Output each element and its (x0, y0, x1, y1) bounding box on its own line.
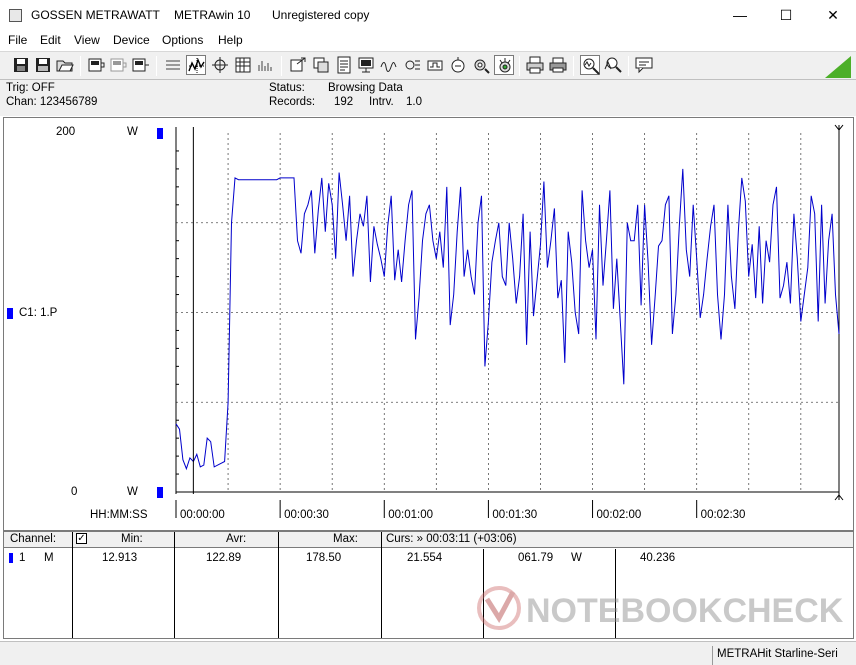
toolbar (0, 51, 856, 80)
minimize-button[interactable]: — (717, 0, 763, 31)
title-bar: GOSSEN METRAWATT METRAwin 10 Unregistere… (0, 0, 856, 31)
plot-frame: 200 W C1: 1.P 0 W HH:MM:SS 00:00:00 00:00… (3, 117, 854, 531)
column-divider (615, 549, 616, 638)
x-tick-label: 00:01:00 (388, 509, 433, 521)
row-max: 178.50 (306, 552, 342, 564)
status-bar: METRAHit Starline-Seri (0, 641, 856, 665)
row-avr: 122.89 (206, 552, 242, 564)
title-vendor: GOSSEN METRAWATT (31, 8, 160, 22)
column-divider (72, 532, 73, 638)
copy-icon[interactable] (311, 55, 331, 75)
save-icon[interactable] (11, 55, 31, 75)
settings-icon[interactable] (494, 55, 514, 75)
app-icon[interactable] (9, 9, 22, 22)
open-icon[interactable] (55, 55, 75, 75)
channel-checkbox[interactable]: ✓ (76, 533, 87, 544)
header-avr: Avr: (226, 533, 247, 545)
series-line-power (175, 168, 840, 471)
menu-help[interactable]: Help (218, 33, 243, 47)
header-max: Max: (333, 533, 358, 545)
x-tick-label: 00:02:00 (597, 509, 642, 521)
table-icon[interactable] (233, 55, 253, 75)
status-value: Browsing Data (328, 82, 403, 94)
header-cursor: Curs: » 00:03:11 (+03:06) (386, 533, 517, 545)
message-icon[interactable] (634, 55, 654, 75)
device-read-icon[interactable] (130, 55, 150, 75)
row-mode: M (44, 552, 54, 564)
x-tick-labels: 00:00:00 00:00:30 00:01:00 00:01:30 00:02:00… (175, 500, 746, 521)
column-divider (278, 532, 279, 638)
x-tick-label: 00:00:30 (284, 509, 329, 521)
signal-icon[interactable] (379, 55, 399, 75)
export-icon[interactable] (288, 55, 308, 75)
header-channel: Channel: (10, 533, 57, 545)
header-min: Min: (121, 533, 143, 545)
record-icon[interactable] (402, 55, 422, 75)
menu-edit[interactable]: Edit (40, 33, 61, 47)
print-icon[interactable] (525, 55, 545, 75)
list-view-icon[interactable] (163, 55, 183, 75)
toolbar-separator (281, 56, 282, 76)
zoom-out-icon[interactable] (603, 55, 623, 75)
chart-grid (176, 133, 839, 492)
toolbar-separator (573, 56, 574, 76)
sensor-icon[interactable] (448, 55, 468, 75)
cursor-icon[interactable] (210, 55, 230, 75)
x-tick-label: 00:02:30 (701, 509, 746, 521)
x-tick-label: 00:00:00 (180, 509, 225, 521)
menu-bar: File Edit View Device Options Help (0, 31, 856, 51)
row-cursor-extra: 40.236 (640, 552, 676, 564)
connection-indicator-icon (825, 56, 851, 78)
close-button[interactable]: ✕ (810, 0, 856, 31)
zoom-icon[interactable] (580, 55, 600, 75)
row-cursor-unit: W (571, 552, 582, 564)
save-as-icon[interactable] (33, 55, 53, 75)
stats-table: Channel: ✓ Min: Avr: Max: Curs: » 00:03:… (3, 531, 854, 639)
device-series: METRAHit Starline-Seri (712, 646, 856, 665)
status-label: Status: (269, 82, 305, 94)
column-divider (381, 532, 382, 638)
records-label: Records: (269, 96, 316, 108)
row-min: 12.913 (102, 552, 138, 564)
x-tick-label: 00:01:30 (492, 509, 537, 521)
device-icon[interactable] (86, 55, 106, 75)
toolbar-separator (156, 56, 157, 76)
row-color-marker (9, 553, 13, 563)
status-row: Trig: OFF Chan: 123456789 Status: Browsi… (0, 80, 856, 116)
toolbar-separator (628, 56, 629, 76)
interval-label: Intrv. (369, 96, 394, 108)
menu-device[interactable]: Device (113, 33, 150, 47)
histogram-icon[interactable] (256, 55, 276, 75)
device-config-icon[interactable] (108, 55, 128, 75)
row-cursor-delta: 061.79 (518, 552, 554, 564)
channel-status: Chan: 123456789 (6, 96, 98, 108)
trigger-status: Trig: OFF (6, 82, 55, 94)
maximize-button[interactable]: ☐ (763, 0, 809, 31)
interval-value: 1.0 (406, 96, 422, 108)
title-app: METRAwin 10 (174, 8, 251, 22)
report-icon[interactable] (334, 55, 354, 75)
column-divider (174, 532, 175, 638)
graph-view-icon[interactable] (186, 55, 206, 75)
power-chart[interactable]: 00:00:00 00:00:30 00:01:00 00:01:30 00:02:00… (4, 118, 853, 530)
toolbar-separator (80, 56, 81, 76)
computer-icon[interactable] (356, 55, 376, 75)
trigger-icon[interactable] (425, 55, 445, 75)
printer-icon[interactable] (548, 55, 568, 75)
menu-options[interactable]: Options (162, 33, 203, 47)
title-license: Unregistered copy (272, 8, 370, 22)
row-channel: 1 (19, 552, 26, 564)
gear-icon[interactable] (471, 55, 491, 75)
table-header: Channel: ✓ Min: Avr: Max: Curs: » 00:03:… (4, 532, 853, 548)
column-divider (483, 549, 484, 638)
toolbar-separator (519, 56, 520, 76)
menu-file[interactable]: File (8, 33, 27, 47)
row-cursor-value: 21.554 (407, 552, 443, 564)
menu-view[interactable]: View (74, 33, 100, 47)
records-value: 192 (334, 96, 354, 108)
